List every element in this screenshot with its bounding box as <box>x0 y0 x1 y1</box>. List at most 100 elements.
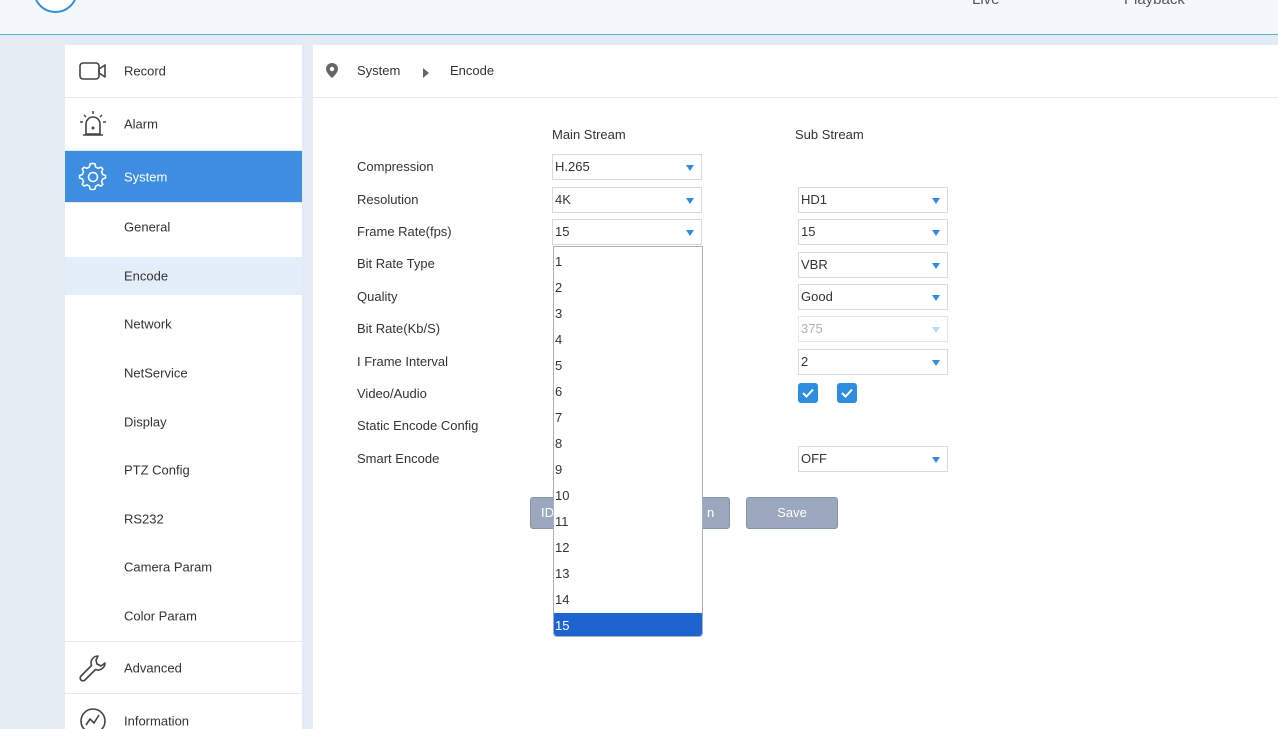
select-value: Good <box>801 289 833 304</box>
main-compression-select[interactable]: H.265 <box>552 154 702 180</box>
main-resolution-select[interactable]: 4K <box>552 187 702 213</box>
breadcrumb-arrow-icon <box>422 65 430 81</box>
sidebar-item-system[interactable]: System <box>65 151 302 203</box>
select-value: OFF <box>801 451 827 466</box>
select-value: H.265 <box>555 159 590 174</box>
alarm-icon <box>77 108 109 140</box>
sidebar-subitem-label: RS232 <box>124 511 164 527</box>
dropdown-option[interactable]: 13 <box>554 561 702 587</box>
sidebar-subitem-label: Display <box>124 414 167 430</box>
chevron-down-icon <box>932 327 940 333</box>
sub-quality-select[interactable]: Good <box>798 284 948 310</box>
quality-label: Quality <box>357 289 398 304</box>
live-nav-link[interactable]: Live <box>972 0 1000 8</box>
chevron-down-icon <box>932 457 940 463</box>
sub-bit-rate-select: 375 <box>798 316 948 342</box>
dropdown-option[interactable]: 5 <box>554 353 702 379</box>
dropdown-option[interactable]: 7 <box>554 405 702 431</box>
resolution-label: Resolution <box>357 192 419 207</box>
sidebar-item-advanced[interactable]: Advanced <box>65 641 302 694</box>
wrench-icon <box>77 652 109 684</box>
chevron-down-icon <box>932 230 940 236</box>
sub-video-checkbox[interactable] <box>798 383 818 403</box>
sidebar-item-label: Alarm <box>124 116 158 132</box>
breadcrumb: System Encode <box>313 45 1278 98</box>
sidebar-subitem-display[interactable]: Display <box>65 403 302 441</box>
sidebar-item-alarm[interactable]: Alarm <box>65 98 302 151</box>
main-stream-header: Main Stream <box>552 127 626 142</box>
dropdown-option[interactable]: 10 <box>554 483 702 509</box>
sidebar-item-label: Information <box>124 713 190 729</box>
select-value: VBR <box>801 257 828 272</box>
bit-rate-type-label: Bit Rate Type <box>357 256 435 271</box>
dropdown-option[interactable]: 1 <box>554 249 702 275</box>
breadcrumb-system[interactable]: System <box>357 63 400 78</box>
compression-label: Compression <box>357 159 434 174</box>
chevron-down-icon <box>932 360 940 366</box>
main-frame-rate-select[interactable]: 15 <box>552 219 702 245</box>
sidebar-subitem-label: General <box>124 219 171 235</box>
frame-rate-label: Frame Rate(fps) <box>357 224 452 239</box>
sidebar-item-label: System <box>124 169 168 184</box>
chevron-down-icon <box>686 198 694 204</box>
select-value: 15 <box>555 224 570 239</box>
dropdown-option[interactable]: 14 <box>554 587 702 613</box>
select-value: HD1 <box>801 192 828 207</box>
dropdown-option[interactable]: 4 <box>554 327 702 353</box>
sidebar-subitem-general[interactable]: General <box>65 208 302 246</box>
video-audio-label: Video/Audio <box>357 386 427 401</box>
sidebar-subitem-label: Color Param <box>124 608 197 624</box>
sidebar-subitem-camera-param[interactable]: Camera Param <box>65 548 302 586</box>
dropdown-option[interactable]: 6 <box>554 379 702 405</box>
camera-icon <box>77 55 109 87</box>
sidebar-subitem-ptz-config[interactable]: PTZ Config <box>65 451 302 489</box>
location-pin-icon <box>326 63 338 81</box>
sub-stream-header: Sub Stream <box>795 127 864 142</box>
sub-i-frame-interval-select[interactable]: 2 <box>798 349 948 375</box>
smart-encode-label: Smart Encode <box>357 451 440 466</box>
sidebar-subitem-encode[interactable]: Encode <box>65 257 302 295</box>
dropdown-option-selected[interactable]: 15 <box>554 613 702 636</box>
select-value: 15 <box>801 224 816 239</box>
chevron-down-icon <box>932 263 940 269</box>
sidebar-item-label: Advanced <box>124 660 182 675</box>
bit-rate-label: Bit Rate(Kb/S) <box>357 321 441 336</box>
sidebar-subitem-network[interactable]: Network <box>65 305 302 343</box>
save-button[interactable]: Save <box>746 497 838 529</box>
dropdown-option[interactable]: 11 <box>554 509 702 535</box>
static-encode-config-label: Static Encode Config <box>357 418 479 433</box>
i-frame-interval-label: I Frame Interval <box>357 354 449 369</box>
chevron-down-icon <box>686 165 694 171</box>
dropdown-option[interactable]: 2 <box>554 275 702 301</box>
sidebar-subitem-rs232[interactable]: RS232 <box>65 500 302 538</box>
dropdown-option[interactable]: 12 <box>554 535 702 561</box>
dropdown-option[interactable]: 3 <box>554 301 702 327</box>
sub-frame-rate-select[interactable]: 15 <box>798 219 948 245</box>
sidebar-subitem-label: NetService <box>124 365 188 381</box>
select-value: 375 <box>801 321 823 336</box>
frame-rate-dropdown-list: 1 2 3 4 5 6 7 8 9 10 11 12 13 14 15 <box>553 246 703 637</box>
check-icon <box>841 388 853 398</box>
chevron-down-icon <box>932 198 940 204</box>
gear-icon <box>77 161 109 193</box>
info-chart-icon <box>77 705 109 729</box>
sidebar-subitem-netservice[interactable]: NetService <box>65 354 302 392</box>
sidebar: Record Alarm System General Encode Netwo… <box>65 45 302 729</box>
sidebar-subitem-label: Camera Param <box>124 559 213 575</box>
select-value: 4K <box>555 192 571 207</box>
playback-nav-link[interactable]: Playback <box>1124 0 1185 8</box>
dropdown-option[interactable]: 9 <box>554 457 702 483</box>
sidebar-item-information[interactable]: Information <box>65 695 302 729</box>
sub-bit-rate-type-select[interactable]: VBR <box>798 252 948 278</box>
button-label-right: n <box>707 505 715 520</box>
sidebar-subitem-label: Encode <box>124 268 169 284</box>
sidebar-subitem-label: Network <box>124 316 172 332</box>
sub-audio-checkbox[interactable] <box>837 383 857 403</box>
sidebar-subitem-color-param[interactable]: Color Param <box>65 597 302 635</box>
sub-smart-encode-select[interactable]: OFF <box>798 446 948 472</box>
sub-resolution-select[interactable]: HD1 <box>798 187 948 213</box>
sidebar-item-record[interactable]: Record <box>65 45 302 98</box>
dropdown-option[interactable]: 8 <box>554 431 702 457</box>
sidebar-item-label: Record <box>124 63 166 79</box>
select-value: 2 <box>801 354 809 369</box>
